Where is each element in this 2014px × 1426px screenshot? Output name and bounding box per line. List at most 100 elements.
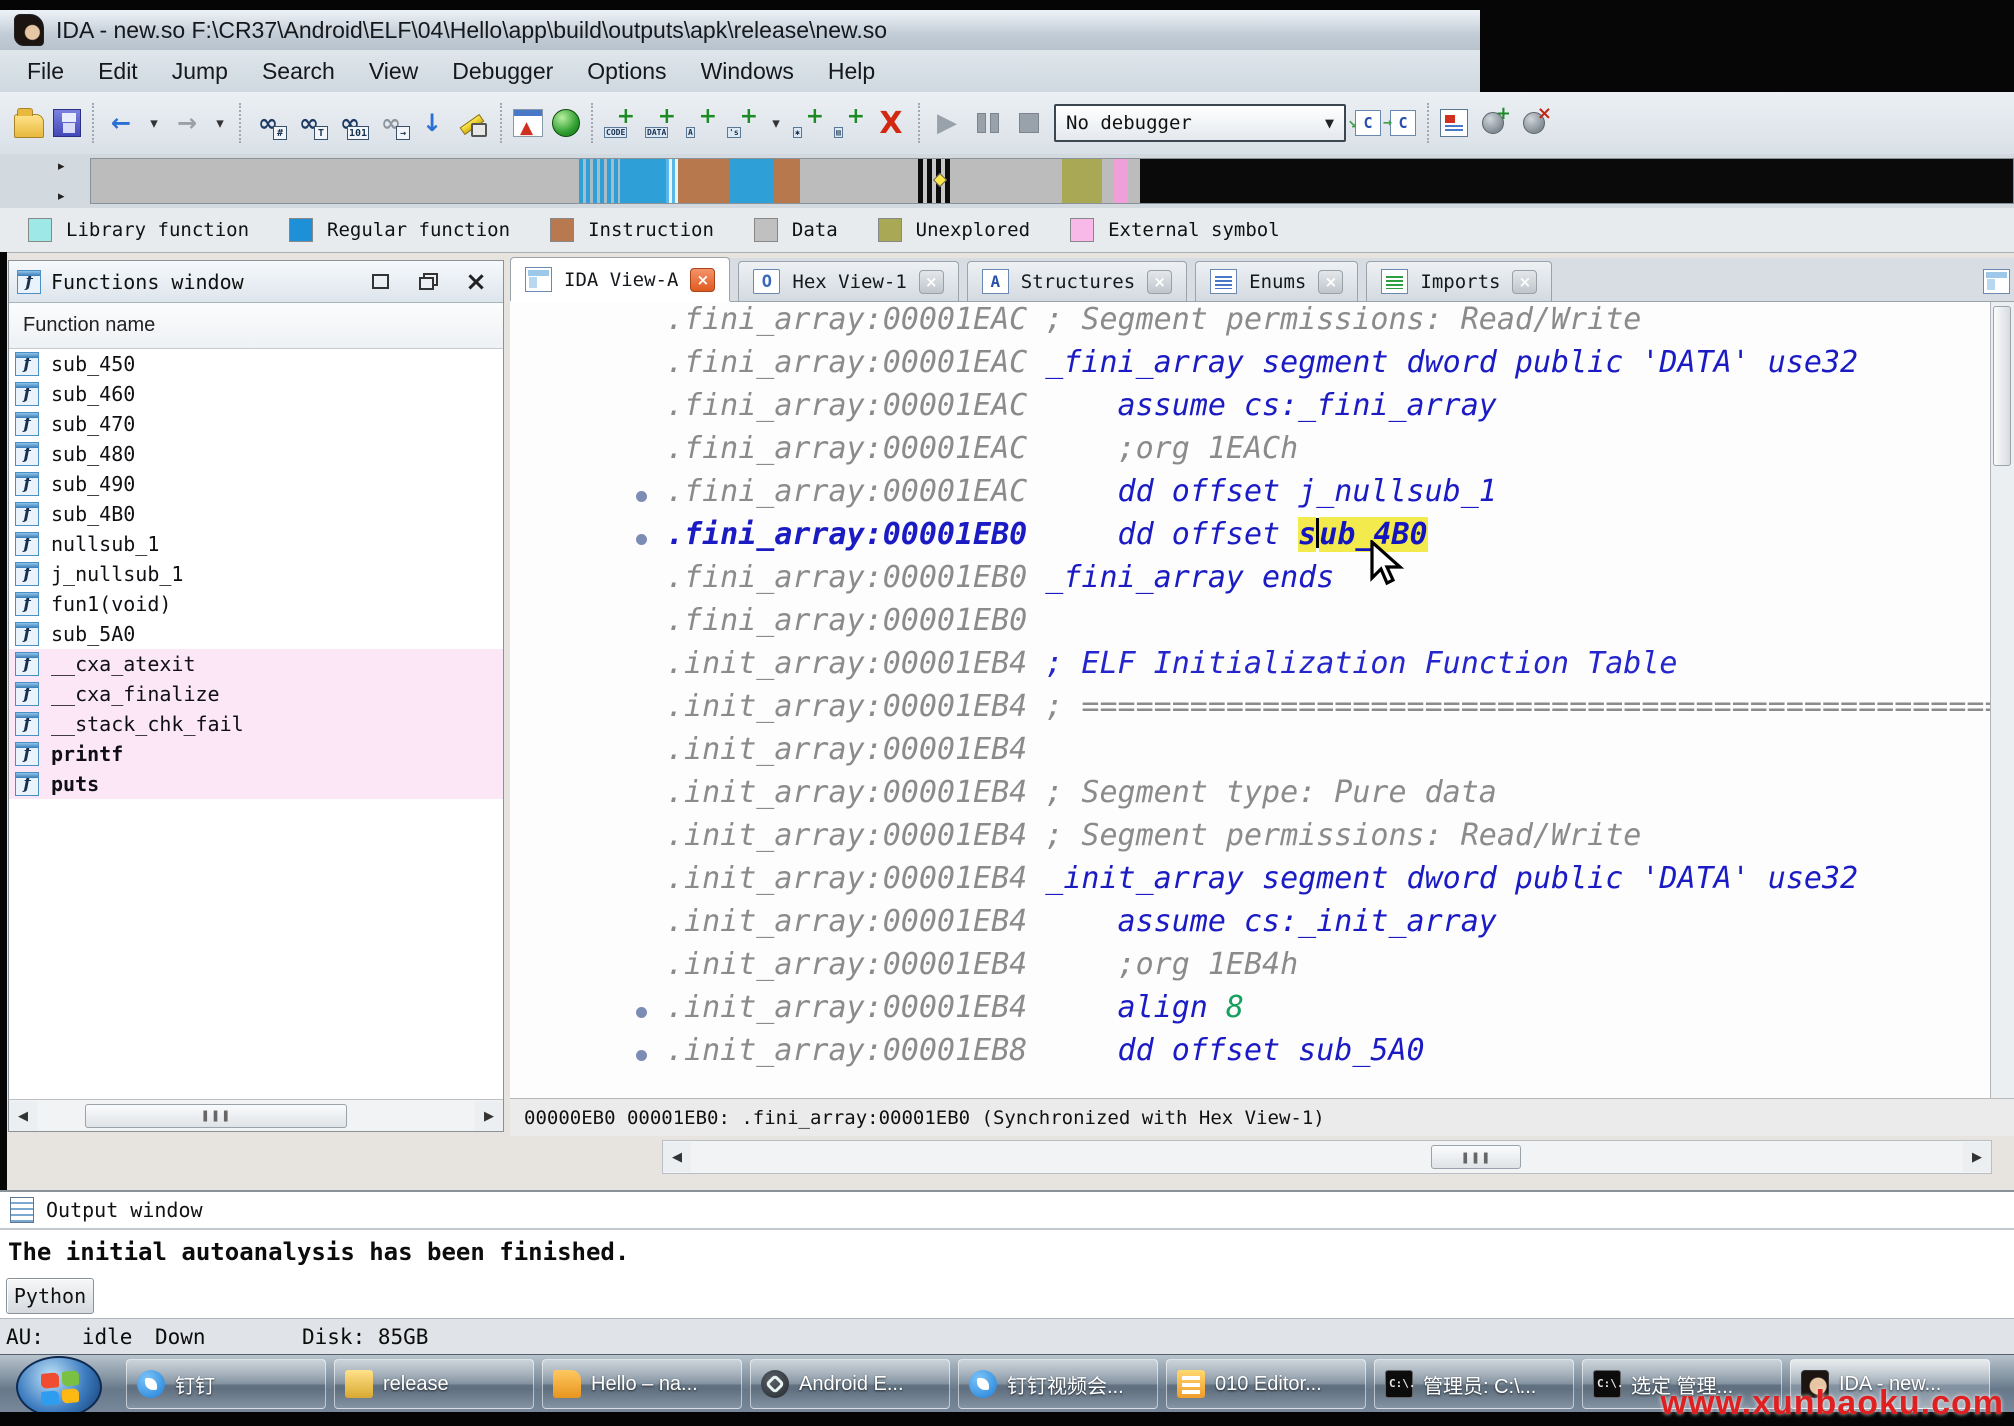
function-row-j-nullsub-1[interactable]: fj_nullsub_1 xyxy=(9,559,503,589)
scrollbar-thumb[interactable]: ❚❚❚ xyxy=(85,1104,347,1128)
menu-item-search[interactable]: Search xyxy=(245,54,352,89)
disasm-vertical-scrollbar[interactable] xyxy=(1990,302,2014,1098)
navigate-forward-dropdown-icon[interactable]: ▾ xyxy=(212,107,228,139)
disasm-line[interactable]: .init_array:00001EB4 ; ELF Initializatio… xyxy=(510,646,1990,689)
function-row-stack-chk-fail[interactable]: f__stack_chk_fail xyxy=(9,709,503,739)
taskbar-item-editor[interactable]: 010 Editor... xyxy=(1166,1359,1366,1409)
edit-function-icon[interactable]: ▨+ xyxy=(834,107,866,139)
disasm-line[interactable]: .fini_array:00001EB0 xyxy=(510,603,1990,646)
maximize-icon[interactable] xyxy=(361,266,399,298)
breakpoint-add-icon[interactable]: + xyxy=(1477,107,1509,139)
function-row-nullsub-1[interactable]: fnullsub_1 xyxy=(9,529,503,559)
scroll-left-icon[interactable]: ◀ xyxy=(9,1101,37,1131)
function-row-sub-480[interactable]: fsub_480 xyxy=(9,439,503,469)
pause-process-icon[interactable] xyxy=(972,107,1004,139)
disasm-line[interactable]: .fini_array:00001EB0 _fini_array ends xyxy=(510,560,1990,603)
menu-item-help[interactable]: Help xyxy=(811,54,892,89)
tab-imports[interactable]: Imports× xyxy=(1366,261,1552,301)
start-process-icon[interactable]: ▶ xyxy=(931,107,963,139)
tab-hex-view-1[interactable]: Hex View-1× xyxy=(738,261,958,301)
function-row-sub-4b0[interactable]: fsub_4B0 xyxy=(9,499,503,529)
edit-lock-icon[interactable] xyxy=(457,107,489,139)
output-window-titlebar[interactable]: Output window xyxy=(0,1192,2014,1230)
tab-close-icon[interactable]: × xyxy=(690,268,715,292)
function-row-sub-490[interactable]: fsub_490 xyxy=(9,469,503,499)
taskbar-item-video[interactable]: 钉钉视频会... xyxy=(958,1359,1158,1409)
disasm-line[interactable]: .fini_array:00001EAC ; Segment permissio… xyxy=(510,302,1990,345)
save-file-icon[interactable] xyxy=(53,109,81,137)
taskbar-item-dingtalk[interactable]: 钉钉 xyxy=(126,1359,326,1409)
navigation-band[interactable] xyxy=(90,158,2014,204)
disasm-line[interactable]: .fini_array:00001EAC assume cs:_fini_arr… xyxy=(510,388,1990,431)
undefine-icon[interactable]: X xyxy=(875,107,907,139)
disasm-horizontal-scrollbar[interactable]: ◀ ❚❚❚ ▶ xyxy=(662,1140,1992,1174)
step-into-icon[interactable]: C↘ xyxy=(1355,110,1381,136)
search-binary-icon[interactable]: ∞# xyxy=(252,107,284,139)
scroll-right-icon[interactable]: ▶ xyxy=(475,1101,503,1131)
function-row-puts[interactable]: fputs xyxy=(9,769,503,799)
tab-close-icon[interactable]: × xyxy=(1318,270,1343,294)
function-row-sub-450[interactable]: fsub_450 xyxy=(9,349,503,379)
tab-enums[interactable]: Enums× xyxy=(1195,261,1358,301)
disasm-line[interactable]: .fini_array:00001EB0 dd offset sub_4B0 xyxy=(510,517,1990,560)
function-name-column-header[interactable]: Function name xyxy=(9,303,503,349)
functions-horizontal-scrollbar[interactable]: ◀ ❚❚❚ ▶ xyxy=(9,1099,503,1131)
function-row-sub-5a0[interactable]: fsub_5A0 xyxy=(9,619,503,649)
scrollbar-thumb[interactable] xyxy=(1993,306,2011,466)
analysis-indicator-icon[interactable] xyxy=(552,109,580,137)
scrollbar-thumb[interactable]: ❚❚❚ xyxy=(1431,1145,1521,1169)
function-row-sub-470[interactable]: fsub_470 xyxy=(9,409,503,439)
menu-item-jump[interactable]: Jump xyxy=(155,54,245,89)
taskbar-item-android[interactable]: Android E... xyxy=(750,1359,950,1409)
make-data-icon[interactable]: DATA+ xyxy=(645,107,677,139)
disasm-line[interactable]: .fini_array:00001EAC ;org 1EACh xyxy=(510,431,1990,474)
make-string-icon[interactable]: 's+ xyxy=(727,107,759,139)
breakpoint-del-icon[interactable]: × xyxy=(1518,107,1550,139)
disassembly-view[interactable]: .fini_array:00001EAC ; Segment permissio… xyxy=(510,302,1990,1098)
navigate-back-dropdown-icon[interactable]: ▾ xyxy=(146,107,162,139)
breakpoint-list-icon[interactable] xyxy=(1440,109,1468,137)
functions-window-titlebar[interactable]: f Functions window × xyxy=(9,261,503,303)
menu-item-file[interactable]: File xyxy=(10,54,81,89)
analysis-warning-icon[interactable] xyxy=(513,109,543,137)
disasm-line[interactable]: .init_array:00001EB4 ; =================… xyxy=(510,689,1990,732)
tab-close-icon[interactable]: × xyxy=(1512,270,1537,294)
disasm-line[interactable]: .init_array:00001EB4 ; Segment type: Pur… xyxy=(510,775,1990,818)
scroll-left-icon[interactable]: ◀ xyxy=(663,1142,691,1172)
disasm-line[interactable]: .init_array:00001EB8 dd offset sub_5A0 xyxy=(510,1033,1990,1076)
close-icon[interactable]: × xyxy=(457,266,495,298)
search-next-icon[interactable]: ∞→ xyxy=(375,107,407,139)
menu-item-debugger[interactable]: Debugger xyxy=(435,54,570,89)
disasm-line[interactable]: .init_array:00001EB4 ;org 1EB4h xyxy=(510,947,1990,990)
tab-ida-view-a[interactable]: IDA View-A× xyxy=(510,257,730,301)
function-row-cxa-atexit[interactable]: f__cxa_atexit xyxy=(9,649,503,679)
disasm-line[interactable]: .fini_array:00001EAC dd offset j_nullsub… xyxy=(510,474,1990,517)
menu-item-view[interactable]: View xyxy=(352,54,435,89)
python-button[interactable]: Python xyxy=(6,1278,94,1314)
disasm-line[interactable]: .init_array:00001EB4 assume cs:_init_arr… xyxy=(510,904,1990,947)
make-code-icon[interactable]: CODE+ xyxy=(604,107,636,139)
menu-item-options[interactable]: Options xyxy=(570,54,683,89)
tab-structures[interactable]: Structures× xyxy=(967,261,1187,301)
disasm-line[interactable]: .init_array:00001EB4 xyxy=(510,732,1990,775)
function-row-cxa-finalize[interactable]: f__cxa_finalize xyxy=(9,679,503,709)
navigate-back-icon[interactable]: ← xyxy=(105,107,137,139)
make-name-icon[interactable]: A+ xyxy=(686,107,718,139)
tab-close-icon[interactable]: × xyxy=(1147,270,1172,294)
string-dropdown-icon[interactable]: ▾ xyxy=(768,107,784,139)
restore-icon[interactable] xyxy=(409,266,447,298)
disasm-line[interactable]: .init_array:00001EB4 _init_array segment… xyxy=(510,861,1990,904)
search-text-icon[interactable]: ∞T xyxy=(293,107,325,139)
start-button[interactable] xyxy=(16,1356,102,1418)
menu-item-edit[interactable]: Edit xyxy=(81,54,155,89)
stop-process-icon[interactable] xyxy=(1013,107,1045,139)
debugger-select[interactable]: No debugger▼ xyxy=(1054,104,1346,142)
step-over-icon[interactable]: C→ xyxy=(1390,110,1416,136)
window-list-icon[interactable] xyxy=(1983,269,2010,294)
taskbar-item-cmd[interactable]: 管理员: C:\... xyxy=(1374,1359,1574,1409)
tab-close-icon[interactable]: × xyxy=(919,270,944,294)
navigate-forward-icon[interactable]: → xyxy=(171,107,203,139)
disasm-line[interactable]: .init_array:00001EB4 ; Segment permissio… xyxy=(510,818,1990,861)
search-immediate-icon[interactable]: ∞101 xyxy=(334,107,366,139)
jump-to-address-icon[interactable]: ↓ xyxy=(416,107,448,139)
